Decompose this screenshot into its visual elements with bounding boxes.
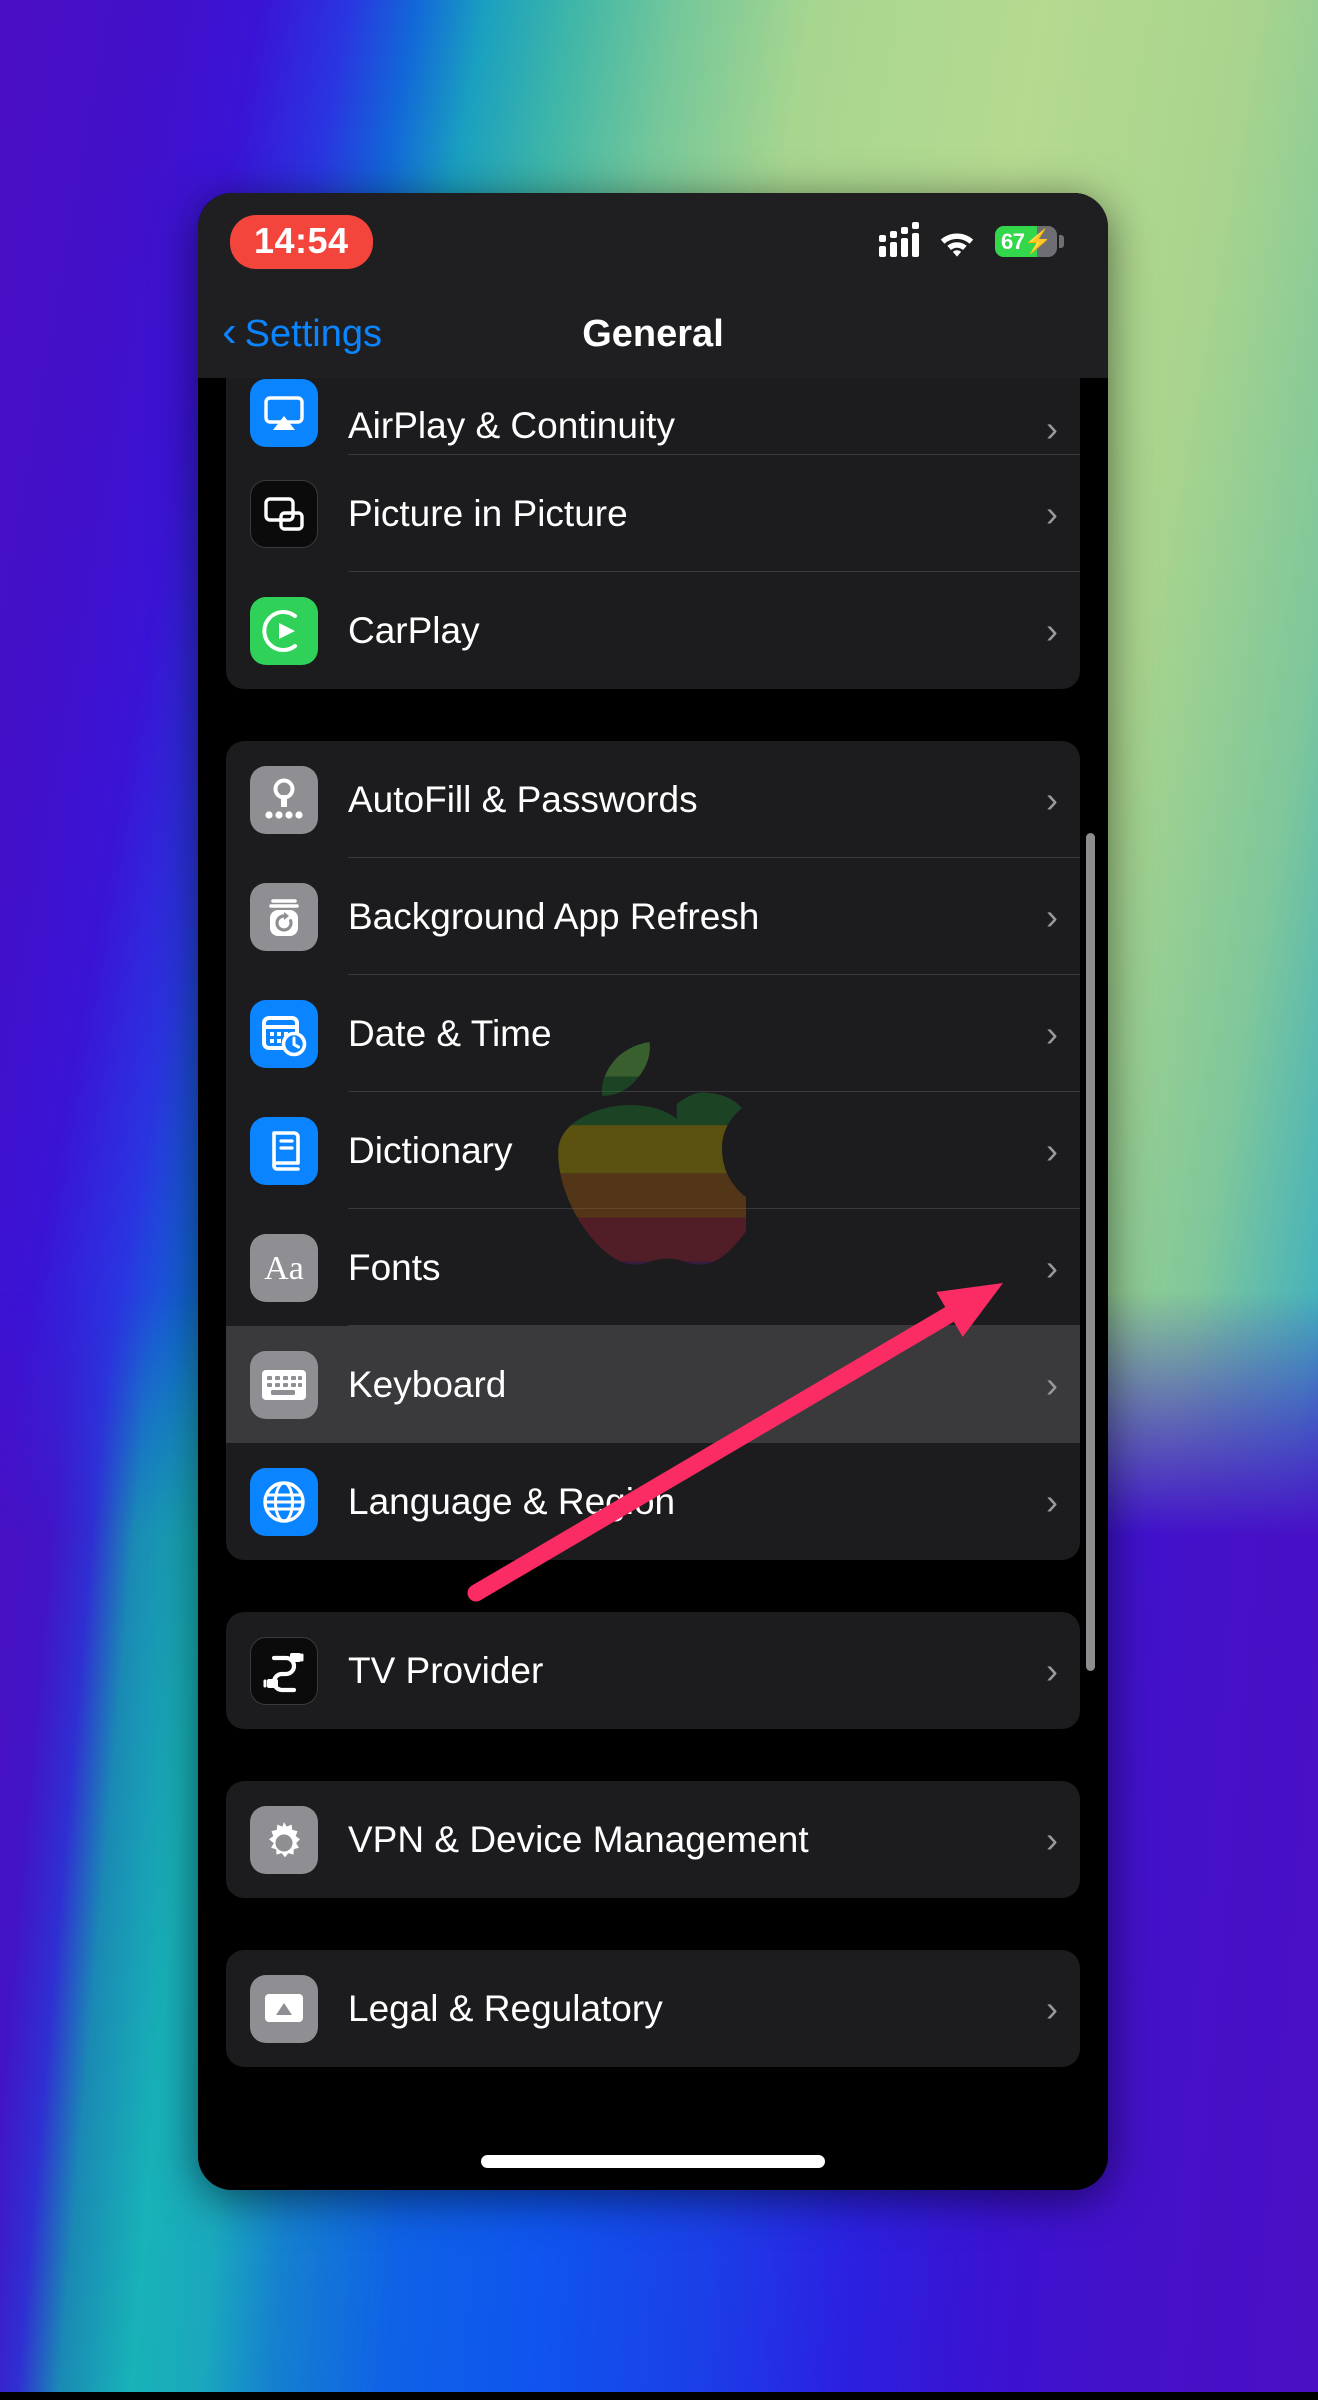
settings-row-label: VPN & Device Management (348, 1819, 809, 1861)
settings-row-label: Date & Time (348, 1013, 552, 1055)
settings-row[interactable]: Aa Fonts › (226, 1209, 1080, 1326)
back-button[interactable]: ‹ Settings (222, 313, 382, 356)
settings-row[interactable]: Language & Region › (226, 1443, 1080, 1560)
chevron-right-icon: › (1046, 613, 1058, 649)
status-bar: 14:54 6 (198, 193, 1108, 290)
status-bar-indicators: 67 ⚡ (879, 226, 1064, 257)
vertical-scrollbar[interactable] (1086, 833, 1095, 1671)
navigation-bar: ‹ Settings General (198, 290, 1108, 378)
settings-row-label: Keyboard (348, 1364, 506, 1406)
pip-icon (250, 480, 318, 548)
settings-group-group-media: AirPlay & Continuity › Picture in Picture ›… (226, 378, 1080, 689)
chevron-right-icon: › (1046, 411, 1058, 447)
chevron-right-icon: › (1046, 496, 1058, 532)
fonts-aa-icon: Aa (250, 1234, 318, 1302)
settings-row[interactable]: AirPlay & Continuity › (226, 378, 1080, 455)
chevron-right-icon: › (1046, 1991, 1058, 2027)
legal-icon (250, 1975, 318, 2043)
settings-groups: AirPlay & Continuity › Picture in Picture ›… (198, 378, 1108, 2067)
airplay-icon (250, 379, 318, 447)
carplay-icon (250, 597, 318, 665)
chevron-right-icon: › (1046, 1133, 1058, 1169)
charging-bolt-icon: ⚡ (1023, 230, 1052, 253)
iphone-device-frame: 14:54 6 (198, 193, 1108, 2190)
settings-row[interactable]: CarPlay › (226, 572, 1080, 689)
wifi-icon (937, 227, 977, 257)
chevron-right-icon: › (1046, 782, 1058, 818)
status-bar-time: 14:54 (230, 215, 373, 269)
chevron-right-icon: › (1046, 1484, 1058, 1520)
chevron-right-icon: › (1046, 1016, 1058, 1052)
settings-row[interactable]: Date & Time › (226, 975, 1080, 1092)
settings-group-group-vpn: VPN & Device Management › (226, 1781, 1080, 1898)
gear-icon (250, 1806, 318, 1874)
chevron-left-icon: ‹ (222, 310, 237, 354)
settings-row[interactable]: VPN & Device Management › (226, 1781, 1080, 1898)
iphone-screen: 14:54 6 (198, 193, 1108, 2190)
settings-row[interactable]: Picture in Picture › (226, 455, 1080, 572)
globe-icon (250, 1468, 318, 1536)
settings-row-label: Legal & Regulatory (348, 1988, 663, 2030)
settings-group-group-system: AutoFill & Passwords›Background App Refr… (226, 741, 1080, 1560)
chevron-right-icon: › (1046, 1250, 1058, 1286)
chevron-right-icon: › (1046, 899, 1058, 935)
battery-cap (1059, 235, 1064, 248)
settings-row[interactable]: TV Provider › (226, 1612, 1080, 1729)
settings-row[interactable]: Dictionary › (226, 1092, 1080, 1209)
chevron-right-icon: › (1046, 1822, 1058, 1858)
settings-row-label: Picture in Picture (348, 493, 628, 535)
settings-row-label: Background App Refresh (348, 896, 759, 938)
battery-percent: 67 (1001, 231, 1024, 253)
battery-status: 67 ⚡ (995, 226, 1064, 257)
settings-row-label: Fonts (348, 1247, 441, 1289)
settings-row[interactable]: AutoFill & Passwords › (226, 741, 1080, 858)
cellular-signal-icon (879, 227, 919, 257)
home-indicator (481, 2155, 825, 2168)
settings-row-label: CarPlay (348, 610, 480, 652)
settings-group-group-tv: TV Provider › (226, 1612, 1080, 1729)
settings-row-label: TV Provider (348, 1650, 543, 1692)
calendar-clock-icon (250, 1000, 318, 1068)
settings-row-label: Dictionary (348, 1130, 513, 1172)
settings-row-label: AirPlay & Continuity (348, 405, 675, 447)
back-button-label: Settings (245, 313, 382, 356)
settings-row[interactable]: Keyboard › (226, 1326, 1080, 1443)
settings-scroll-view[interactable]: AirPlay & Continuity › Picture in Picture ›… (198, 378, 1108, 2190)
settings-row[interactable]: Legal & Regulatory › (226, 1950, 1080, 2067)
chevron-right-icon: › (1046, 1653, 1058, 1689)
keyboard-icon (250, 1351, 318, 1419)
book-icon (250, 1117, 318, 1185)
settings-group-group-legal: Legal & Regulatory › (226, 1950, 1080, 2067)
settings-row-label: Language & Region (348, 1481, 675, 1523)
settings-row[interactable]: Background App Refresh › (226, 858, 1080, 975)
svg-text:Aa: Aa (264, 1250, 304, 1287)
refresh-icon (250, 883, 318, 951)
settings-row-label: AutoFill & Passwords (348, 779, 698, 821)
chevron-right-icon: › (1046, 1367, 1058, 1403)
battery-icon: 67 ⚡ (995, 226, 1057, 257)
tv-connector-icon (250, 1637, 318, 1705)
key-icon (250, 766, 318, 834)
